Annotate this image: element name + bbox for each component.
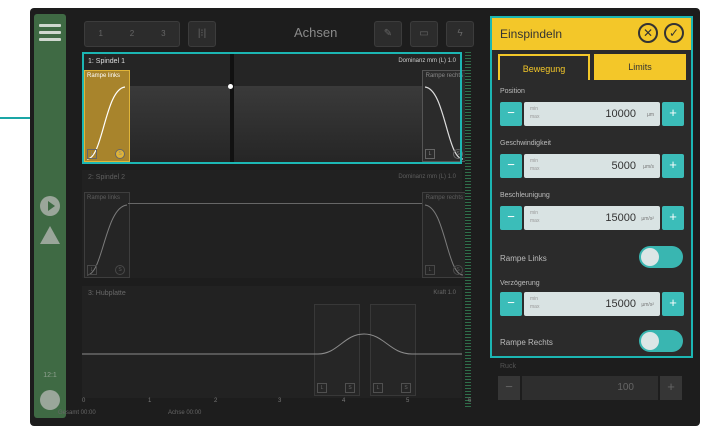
position-stepper: − min max 10000 µm + (500, 102, 684, 126)
track-hubplatte[interactable]: 3: Hubplatte Kraft 1.0 L S L S (82, 286, 462, 398)
settings-panel: Einspindeln ✕ ✓ Bewegung Limits Position… (490, 16, 693, 358)
mini-s[interactable]: S (453, 265, 463, 275)
tick: 6 (468, 398, 472, 404)
keyboard-icon[interactable]: ▭ (410, 21, 438, 47)
decrement-button[interactable]: − (500, 154, 522, 178)
flash-icon[interactable]: ϟ (446, 21, 474, 47)
tab-bewegung[interactable]: Bewegung (498, 54, 590, 80)
position-label: Position (500, 88, 525, 95)
min-label: min (530, 158, 539, 164)
tick: 5 (406, 398, 410, 404)
track-name: 2: Spindel 2 (88, 174, 125, 181)
position-value: 10000 (605, 108, 636, 120)
tick: 2 (214, 398, 218, 404)
pin-icon[interactable]: ✎ (374, 21, 402, 47)
tick: 0 (82, 398, 86, 404)
status-bar: Gesamt 00:00 Achse 00:00 (36, 410, 506, 418)
ruck-value: 100 (617, 382, 634, 393)
mini-l[interactable]: L (87, 265, 97, 275)
ramp-links-toggle[interactable] (639, 246, 683, 268)
unit-label: µm (646, 112, 654, 118)
ramp-rechts-label: Rampe Rechts (500, 338, 553, 347)
status-total: Gesamt 00:00 (58, 410, 96, 416)
decrement-button: − (498, 376, 520, 400)
min-label: min (530, 210, 539, 216)
increment-button[interactable]: + (662, 102, 684, 126)
tick: 4 (342, 398, 346, 404)
increment-button[interactable]: + (662, 292, 684, 316)
deceleration-stepper: − min max 15000 µm/s² + (500, 292, 684, 316)
axis-tab-2[interactable]: 2 (116, 22, 147, 46)
ruck-field: 100 (522, 376, 658, 400)
ramp-right-box[interactable]: Rampe rechts L S (422, 192, 466, 278)
toolbar: 1 2 3 |⁝| Achsen ✎ ▭ ϟ (84, 19, 484, 47)
tick: 3 (278, 398, 282, 404)
hub-curve (82, 333, 462, 355)
axis-tab-1[interactable]: 1 (85, 22, 116, 46)
deceleration-field[interactable]: min max 15000 µm/s² (524, 292, 660, 316)
velocity-value: 5000 (611, 160, 636, 172)
ruck-stepper: − 100 + (498, 376, 694, 400)
axis-tab-3[interactable]: 3 (148, 22, 179, 46)
warning-icon[interactable] (40, 226, 60, 244)
ramp-links-label: Rampe Links (500, 254, 547, 263)
scale-ruler (465, 52, 471, 407)
increment-button[interactable]: + (662, 154, 684, 178)
axis-tabs: 1 2 3 (84, 21, 180, 47)
status-axis: Achse 00:00 (168, 410, 202, 416)
increment-button: + (660, 376, 682, 400)
max-label: max (530, 218, 540, 224)
tab-limits[interactable]: Limits (594, 54, 686, 80)
track-spindel-2[interactable]: 2: Spindel 2 Dominanz mm (L) 1.0 Rampe l… (82, 170, 466, 278)
increment-button[interactable]: + (662, 206, 684, 230)
decrement-button[interactable]: − (500, 102, 522, 126)
page-title: Achsen (294, 25, 338, 40)
menu-icon[interactable] (39, 24, 61, 41)
panel-tabs: Bewegung Limits (498, 54, 687, 80)
decrement-button[interactable]: − (500, 292, 522, 316)
acceleration-value: 15000 (605, 212, 636, 224)
max-label: max (530, 166, 540, 172)
selected-track-outline (82, 52, 462, 164)
acceleration-stepper: − min max 15000 µm/s² + (500, 206, 684, 230)
clock-text: 12:1 (43, 372, 57, 379)
velocity-field[interactable]: min max 5000 µm/s (524, 154, 660, 178)
unit-label: µm/s² (641, 302, 654, 308)
mini-s[interactable]: S (115, 265, 125, 275)
ruck-label: Ruck (500, 363, 516, 370)
velocity-label: Geschwindigkeit (500, 140, 551, 147)
ramp-rechts-toggle[interactable] (639, 330, 683, 352)
unit-label: µm/s² (641, 216, 654, 222)
confirm-icon[interactable]: ✓ (664, 23, 684, 43)
plateau-line (128, 203, 424, 204)
panel-header: Einspindeln ✕ ✓ (492, 18, 691, 50)
track-info: Dominanz mm (L) 1.0 (398, 174, 456, 180)
ramp-left-box[interactable]: Rampe links L S (84, 192, 130, 278)
sidebar: 12:1 (34, 14, 66, 418)
min-label: min (530, 296, 539, 302)
max-label: max (530, 304, 540, 310)
split-button[interactable]: |⁝| (188, 21, 216, 47)
position-field[interactable]: min max 10000 µm (524, 102, 660, 126)
close-icon[interactable]: ✕ (638, 23, 658, 43)
max-label: max (530, 114, 540, 120)
velocity-stepper: − min max 5000 µm/s + (500, 154, 684, 178)
acceleration-field[interactable]: min max 15000 µm/s² (524, 206, 660, 230)
tick: 1 (148, 398, 152, 404)
decrement-button[interactable]: − (500, 206, 522, 230)
deceleration-label: Verzögerung (500, 280, 540, 287)
acceleration-label: Beschleunigung (500, 192, 550, 199)
panel-title: Einspindeln (500, 27, 563, 41)
user-avatar-icon[interactable] (40, 390, 60, 410)
mini-l[interactable]: L (425, 265, 435, 275)
deceleration-value: 15000 (605, 298, 636, 310)
unit-label: µm/s (643, 164, 654, 170)
min-label: min (530, 106, 539, 112)
play-icon[interactable] (40, 196, 60, 216)
